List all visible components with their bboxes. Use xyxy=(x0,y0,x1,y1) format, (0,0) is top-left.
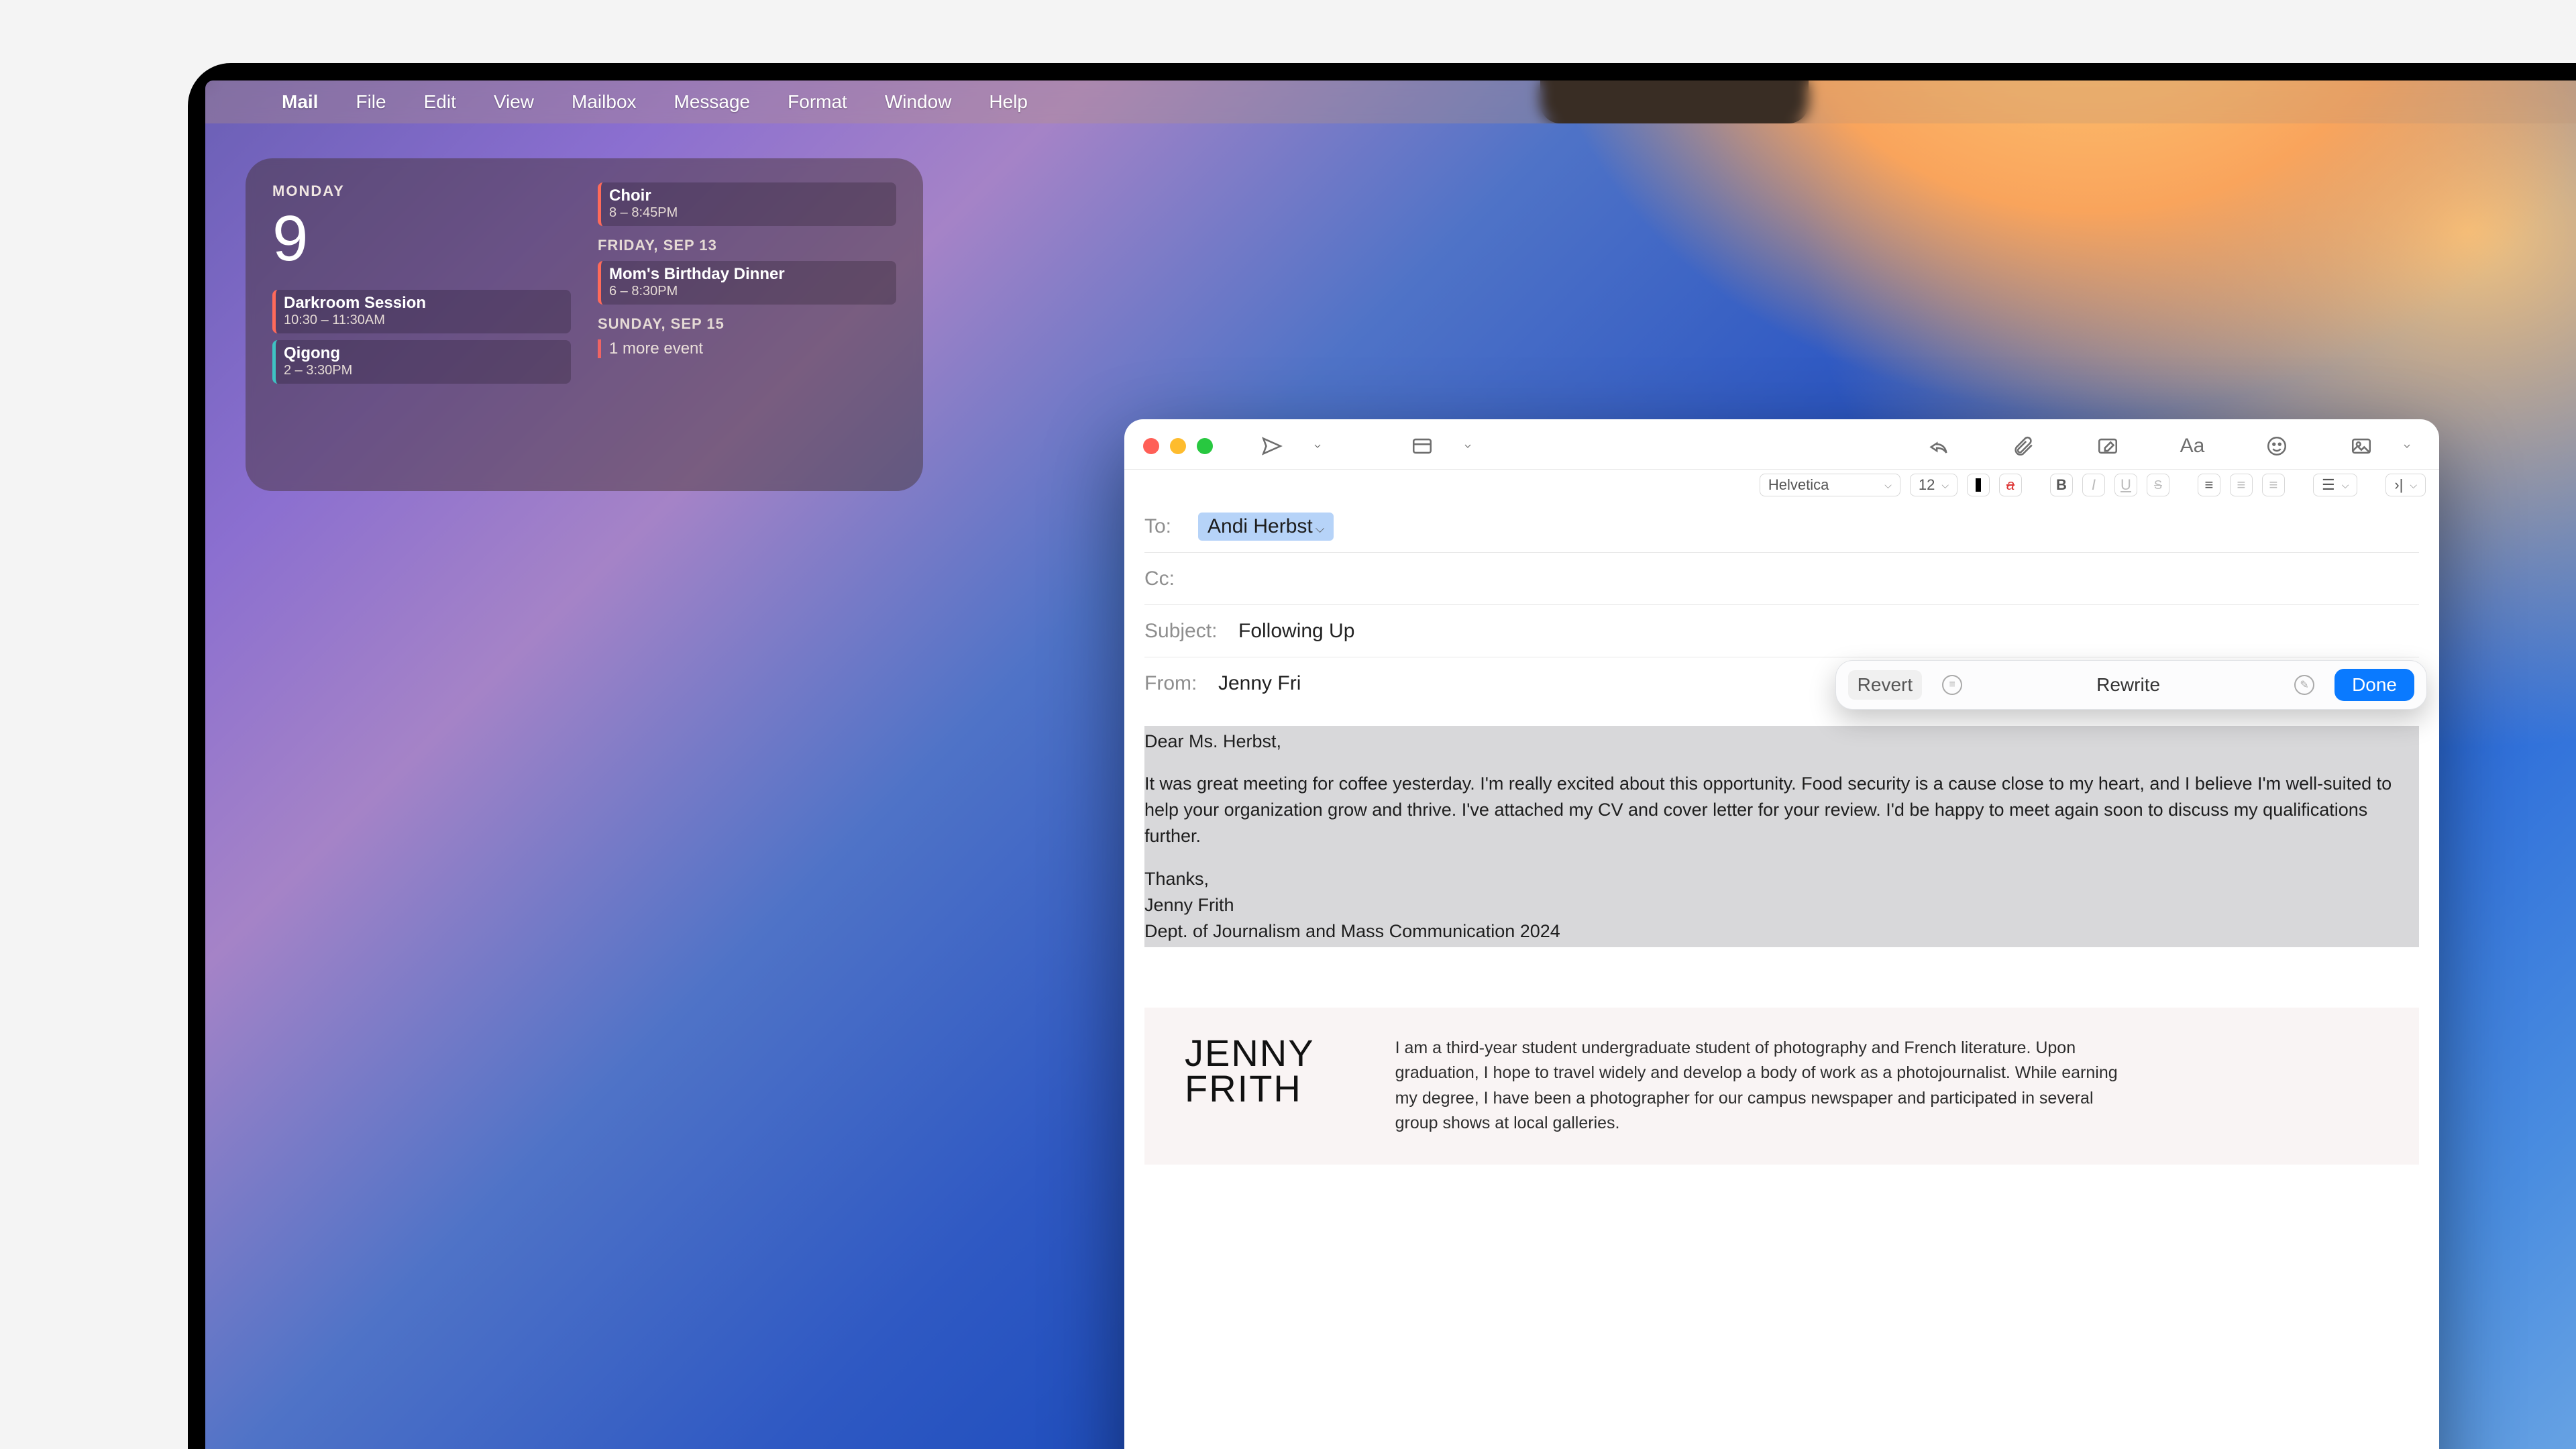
subject-label: Subject: xyxy=(1144,620,1225,643)
text-color-swatch[interactable] xyxy=(1967,474,1990,496)
menu-edit[interactable]: Edit xyxy=(405,80,475,123)
menu-mailbox[interactable]: Mailbox xyxy=(553,80,655,123)
calendar-widget[interactable]: MONDAY 9 Darkroom Session 10:30 – 11:30A… xyxy=(246,158,923,491)
markup-icon[interactable] xyxy=(2094,433,2121,460)
header-fields-icon[interactable] xyxy=(1409,433,1436,460)
window-controls xyxy=(1143,438,1213,454)
calendar-event[interactable]: Qigong 2 – 3:30PM xyxy=(272,340,571,384)
done-button[interactable]: Done xyxy=(2334,669,2414,701)
window-toolbar: Aa xyxy=(1124,419,2439,469)
writing-tools-left-icon[interactable]: ≡ xyxy=(1942,675,1962,695)
strikethrough-button[interactable]: S xyxy=(2147,474,2169,496)
font-size-select[interactable]: 12⌵ xyxy=(1910,474,1957,496)
calendar-event[interactable]: Choir 8 – 8:45PM xyxy=(598,182,896,226)
attachment-preview[interactable]: JENNY FRITH I am a third-year student un… xyxy=(1144,1008,2419,1165)
device-bezel: Mail File Edit View Mailbox Message Form… xyxy=(188,63,2576,1449)
indent-select[interactable]: ›| ⌵ xyxy=(2385,474,2426,496)
cc-field[interactable]: Cc: xyxy=(1144,553,2419,605)
menubar: Mail File Edit View Mailbox Message Form… xyxy=(205,80,2576,123)
menu-view[interactable]: View xyxy=(475,80,553,123)
list-style-select[interactable]: ☰ ⌵ xyxy=(2313,474,2357,496)
calendar-day-name: MONDAY xyxy=(272,182,571,200)
mail-compose-window: Aa Helvetica⌵ 12⌵ xyxy=(1124,419,2439,1449)
attachment-name-line2: FRITH xyxy=(1185,1071,1315,1107)
menu-app[interactable]: Mail xyxy=(263,80,337,123)
header-menu-chevron-icon[interactable] xyxy=(1454,433,1481,460)
italic-button[interactable]: I xyxy=(2082,474,2105,496)
photo-icon[interactable] xyxy=(2348,433,2375,460)
menu-message[interactable]: Message xyxy=(655,80,769,123)
attach-icon[interactable] xyxy=(2010,433,2037,460)
format-bar: Helvetica⌵ 12⌵ a B I U S ≡ ≡ ≡ ☰ ⌵ ›| ⌵ xyxy=(1124,470,2439,500)
emoji-icon[interactable] xyxy=(2263,433,2290,460)
text-color-picker[interactable]: a xyxy=(1999,474,2022,496)
calendar-more-events[interactable]: 1 more event xyxy=(598,339,896,358)
from-value: Jenny Fri xyxy=(1218,672,1301,695)
align-right-button[interactable]: ≡ xyxy=(2262,474,2285,496)
underline-button[interactable]: U xyxy=(2114,474,2137,496)
to-label: To: xyxy=(1144,515,1185,538)
menu-file[interactable]: File xyxy=(337,80,405,123)
subject-value: Following Up xyxy=(1238,620,1354,643)
calendar-event[interactable]: Mom's Birthday Dinner 6 – 8:30PM xyxy=(598,261,896,305)
minimize-button[interactable] xyxy=(1170,438,1186,454)
menu-help[interactable]: Help xyxy=(970,80,1046,123)
recipient-token[interactable]: Andi Herbst⌵ xyxy=(1198,513,1334,541)
to-field[interactable]: To: Andi Herbst⌵ xyxy=(1144,500,2419,553)
writing-tools-right-icon[interactable]: ✎ xyxy=(2294,675,2314,695)
reply-icon[interactable] xyxy=(1925,433,1952,460)
from-label: From: xyxy=(1144,672,1205,695)
message-body[interactable]: Dear Ms. Herbst, It was great meeting fo… xyxy=(1124,710,2439,1181)
attachment-name-line1: JENNY xyxy=(1185,1036,1315,1071)
photo-menu-chevron-icon[interactable] xyxy=(2394,433,2420,460)
calendar-date-header: FRIDAY, SEP 13 xyxy=(598,237,896,254)
close-button[interactable] xyxy=(1143,438,1159,454)
format-text-icon[interactable]: Aa xyxy=(2179,433,2206,460)
menu-format[interactable]: Format xyxy=(769,80,866,123)
writing-tools-bar: Revert ≡ Rewrite ✎ Done xyxy=(1835,660,2427,710)
menu-window[interactable]: Window xyxy=(866,80,971,123)
attachment-paragraph: I am a third-year student undergraduate … xyxy=(1395,1036,2140,1136)
zoom-button[interactable] xyxy=(1197,438,1213,454)
revert-button[interactable]: Revert xyxy=(1848,670,1922,700)
from-field[interactable]: From: Jenny Fri Revert ≡ Rewrite ✎ Done xyxy=(1144,657,2419,710)
selected-text[interactable]: Dear Ms. Herbst, It was great meeting fo… xyxy=(1144,726,2419,947)
align-left-button[interactable]: ≡ xyxy=(2198,474,2220,496)
bold-button[interactable]: B xyxy=(2050,474,2073,496)
calendar-event[interactable]: Darkroom Session 10:30 – 11:30AM xyxy=(272,290,571,333)
calendar-date-header: SUNDAY, SEP 15 xyxy=(598,315,896,333)
font-family-select[interactable]: Helvetica⌵ xyxy=(1760,474,1900,496)
calendar-day-number: 9 xyxy=(272,207,571,271)
writing-tools-title: Rewrite xyxy=(1982,674,2274,696)
align-center-button[interactable]: ≡ xyxy=(2230,474,2253,496)
send-menu-chevron-icon[interactable] xyxy=(1304,433,1331,460)
send-icon[interactable] xyxy=(1258,433,1285,460)
desktop-screen: Mail File Edit View Mailbox Message Form… xyxy=(205,80,2576,1449)
subject-field[interactable]: Subject: Following Up xyxy=(1144,605,2419,657)
cc-label: Cc: xyxy=(1144,568,1185,590)
